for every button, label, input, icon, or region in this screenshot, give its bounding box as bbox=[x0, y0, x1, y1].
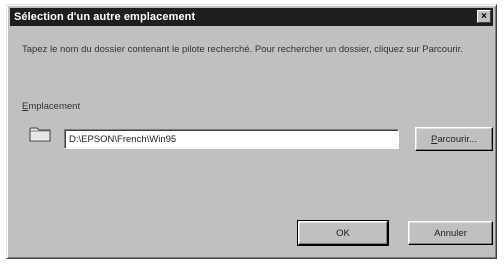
browse-button[interactable]: Parcourir... bbox=[415, 127, 493, 151]
browse-label-rest: arcourir... bbox=[437, 133, 477, 145]
select-location-dialog: Sélection d'un autre emplacement × Tapez… bbox=[6, 4, 497, 259]
location-label: Emplacement bbox=[22, 101, 80, 112]
cancel-button[interactable]: Annuler bbox=[408, 221, 493, 245]
ok-button[interactable]: OK bbox=[297, 220, 389, 246]
title-bar[interactable]: Sélection d'un autre emplacement × bbox=[10, 8, 493, 26]
window-title: Sélection d'un autre emplacement bbox=[14, 11, 196, 23]
folder-icon bbox=[29, 127, 51, 142]
location-label-rest: mplacement bbox=[28, 101, 81, 112]
folder-path-input[interactable] bbox=[64, 129, 399, 149]
close-icon[interactable]: × bbox=[477, 10, 491, 23]
instructions-text: Tapez le nom du dossier contenant le pil… bbox=[22, 44, 463, 55]
